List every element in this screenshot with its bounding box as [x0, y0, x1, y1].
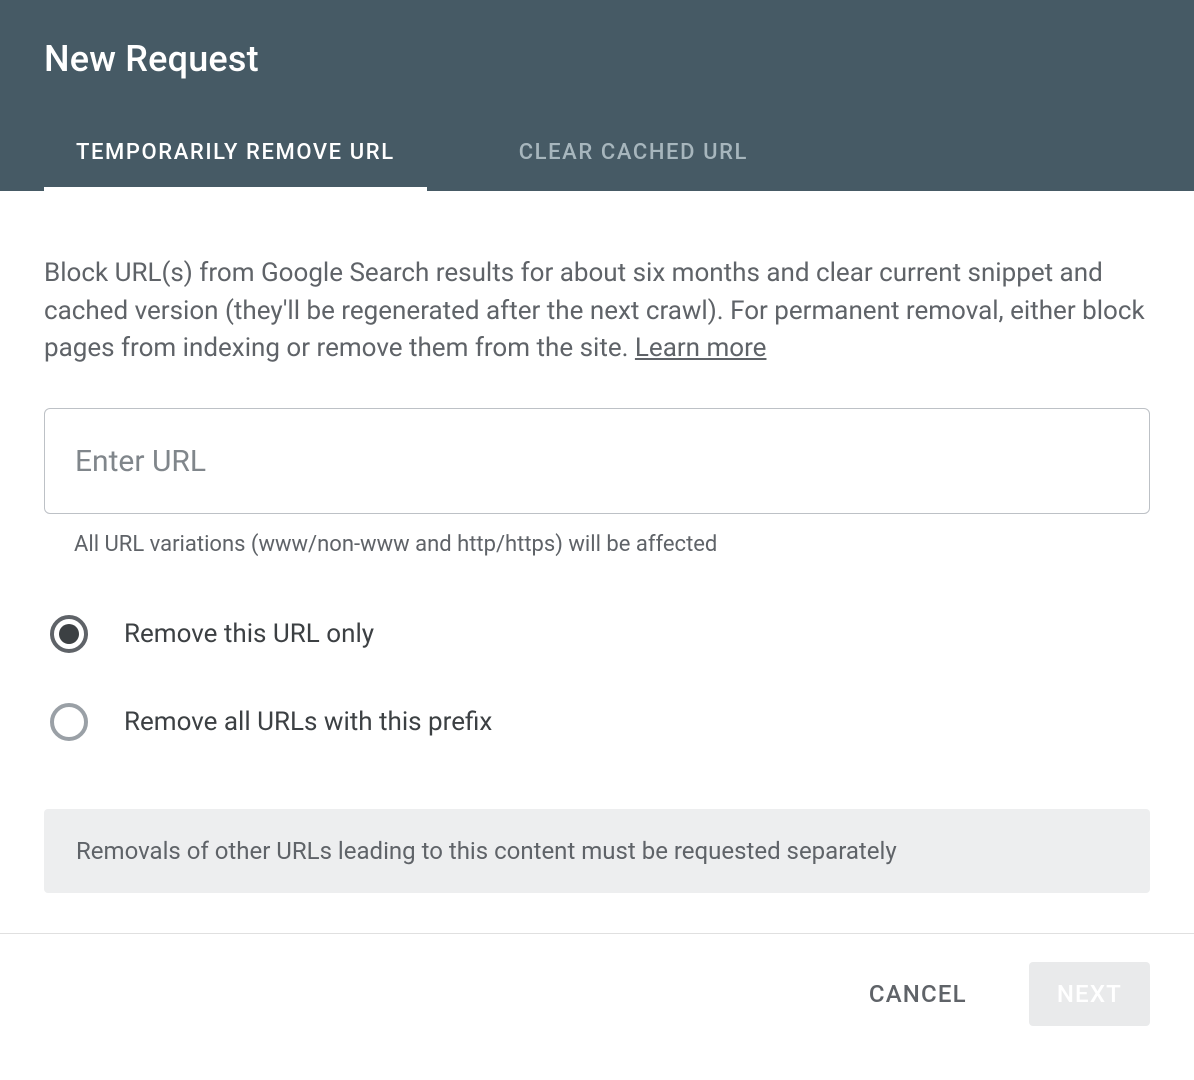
url-input[interactable]: [44, 408, 1150, 514]
radio-label: Remove all URLs with this prefix: [124, 707, 492, 737]
radio-icon: [50, 615, 88, 653]
removal-notice: Removals of other URLs leading to this c…: [44, 809, 1150, 893]
learn-more-link[interactable]: Learn more: [635, 333, 767, 363]
description-text: Block URL(s) from Google Search results …: [44, 255, 1150, 368]
new-request-dialog: New Request TEMPORARILY REMOVE URL CLEAR…: [0, 0, 1194, 1080]
radio-remove-all-urls-with-prefix[interactable]: Remove all URLs with this prefix: [44, 689, 1150, 755]
radio-icon: [50, 703, 88, 741]
dialog-title: New Request: [44, 38, 1150, 122]
tab-bar: TEMPORARILY REMOVE URL CLEAR CACHED URL: [44, 122, 1150, 191]
next-button[interactable]: NEXT: [1029, 962, 1150, 1026]
description-body: Block URL(s) from Google Search results …: [44, 258, 1145, 363]
removal-scope-radio-group: Remove this URL only Remove all URLs wit…: [44, 601, 1150, 755]
url-helper-text: All URL variations (www/non-www and http…: [44, 532, 1150, 557]
radio-remove-this-url-only[interactable]: Remove this URL only: [44, 601, 1150, 667]
tab-temporarily-remove-url[interactable]: TEMPORARILY REMOVE URL: [44, 122, 427, 191]
dialog-content: Block URL(s) from Google Search results …: [0, 191, 1194, 933]
radio-checked-icon: [59, 624, 79, 644]
dialog-header: New Request TEMPORARILY REMOVE URL CLEAR…: [0, 0, 1194, 191]
tab-clear-cached-url[interactable]: CLEAR CACHED URL: [487, 122, 780, 191]
cancel-button[interactable]: CANCEL: [841, 962, 995, 1026]
radio-label: Remove this URL only: [124, 619, 374, 649]
dialog-footer: CANCEL NEXT: [0, 933, 1194, 1080]
